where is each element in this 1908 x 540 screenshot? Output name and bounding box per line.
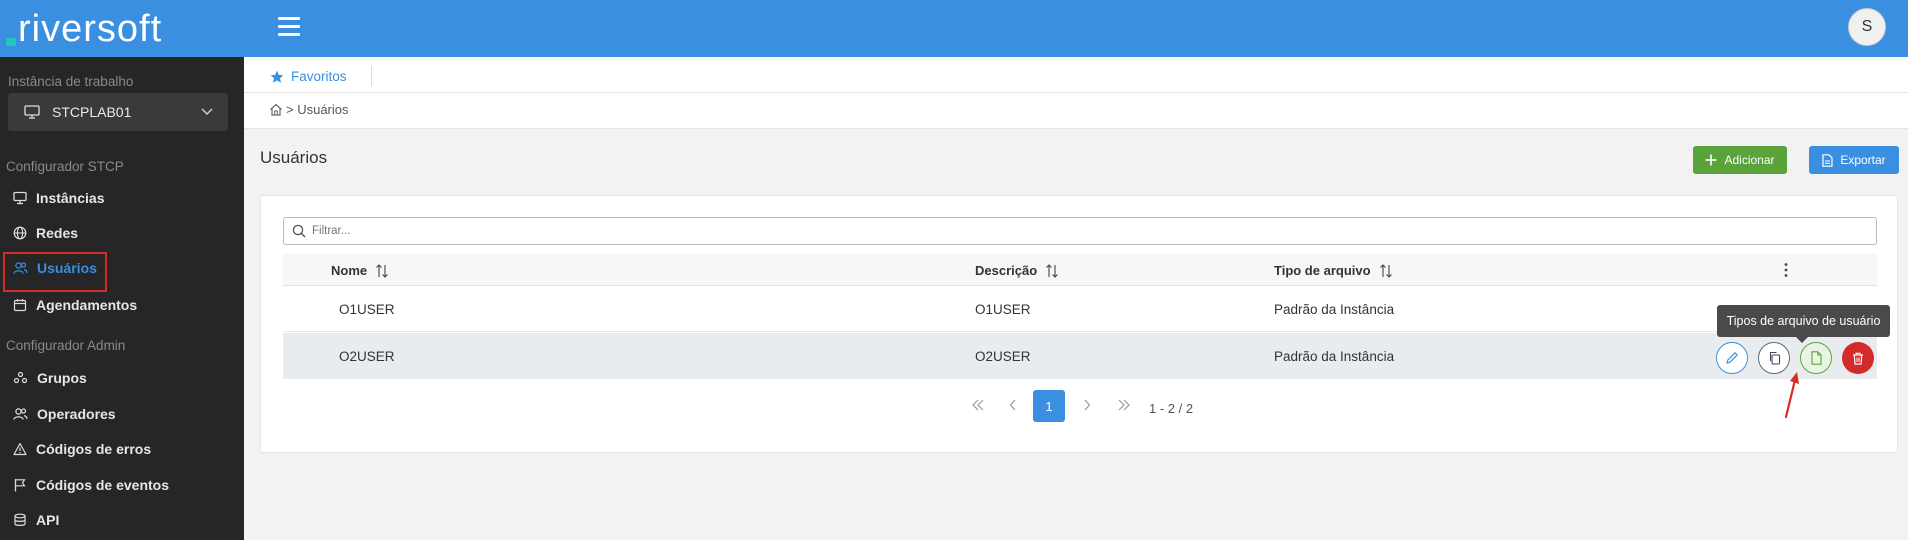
top-bar: S [244,0,1908,57]
table-row[interactable]: O2USER O2USER Padrão da Instância [283,333,1877,379]
delete-button[interactable] [1842,342,1874,374]
sidebar-item-usuarios[interactable]: Usuários [0,252,244,292]
column-label: Nome [331,263,368,278]
first-page-icon[interactable] [971,399,985,411]
column-label: Descrição [975,263,1038,278]
sidebar-item-operadores[interactable]: Operadores [0,398,244,430]
breadcrumb: > Usuários [244,93,1908,129]
sidebar-item-api[interactable]: API [0,504,244,536]
menu-icon[interactable] [278,17,300,36]
logo[interactable]: riversoft [0,0,244,57]
sort-icon [1046,263,1059,278]
table-row[interactable]: O1USER O1USER Padrão da Instância [283,286,1877,332]
home-icon[interactable] [269,103,283,116]
globe-icon [13,226,27,240]
cell-descricao: O1USER [975,302,1031,317]
table-header: Nome Descrição Tipo de arquivo [283,254,1877,286]
sidebar: riversoft Instância de trabalho STCPLAB0… [0,0,244,540]
section-admin-label: Configurador Admin [6,338,126,353]
sort-icon [376,263,389,278]
calendar-icon [13,299,27,312]
plus-icon [1705,154,1717,166]
cell-descricao: O2USER [975,349,1031,364]
cell-nome: O2USER [339,349,395,364]
avatar[interactable]: S [1848,8,1886,46]
instance-selector[interactable]: STCPLAB01 [8,93,228,131]
file-types-button[interactable] [1800,342,1832,374]
highlight-box [3,252,107,292]
sidebar-item-label: Grupos [37,370,87,386]
sidebar-item-grupos[interactable]: Grupos [0,362,244,394]
add-button-label: Adicionar [1724,153,1775,167]
tooltip: Tipos de arquivo de usuário [1717,305,1890,343]
logo-text: riversoft [18,7,163,50]
sidebar-item-instancias[interactable]: Instâncias [0,182,244,214]
favorites-bar: Favoritos [244,57,1908,93]
group-icon [13,371,28,384]
trash-icon [1853,352,1863,365]
search-icon [292,224,306,238]
column-options-icon[interactable] [1783,262,1789,278]
sort-icon [1379,263,1392,278]
instance-value: STCPLAB01 [52,104,132,120]
file-icon [1822,153,1833,167]
last-page-icon[interactable] [1117,399,1131,411]
sidebar-item-redes[interactable]: Redes [0,217,244,249]
column-label: Tipo de arquivo [1274,263,1371,278]
sidebar-item-agendamentos[interactable]: Agendamentos [0,289,244,321]
copy-icon [1769,351,1780,365]
add-button[interactable]: Adicionar [1693,146,1787,174]
database-icon [14,513,26,526]
divider [371,66,372,86]
edit-button[interactable] [1716,342,1748,374]
cell-tipo: Padrão da Instância [1274,349,1395,364]
export-button-label: Exportar [1840,153,1886,167]
monitor-icon [24,105,40,119]
page-title: Usuários [260,148,328,167]
sidebar-item-label: Instâncias [36,190,105,206]
sidebar-item-label: Operadores [37,406,116,422]
chevron-down-icon [201,108,213,116]
export-button[interactable]: Exportar [1809,146,1899,174]
monitor-icon [13,191,27,205]
star-icon [270,70,284,83]
breadcrumb-current: > Usuários [286,102,349,117]
annotation-arrow-icon [1784,372,1799,419]
sidebar-item-label: Códigos de eventos [36,477,170,493]
logo-dot [6,37,16,46]
sidebar-item-codigos-erros[interactable]: Códigos de erros [0,433,244,465]
pagination-info: 1 - 2 / 2 [1149,401,1194,416]
sidebar-item-label: API [36,512,60,528]
copy-button[interactable] [1758,342,1790,374]
warning-icon [13,442,27,456]
next-page-icon[interactable] [1083,399,1091,411]
section-stcp-label: Configurador STCP [6,159,124,174]
filter-input[interactable] [312,225,1812,237]
column-header-nome[interactable]: Nome [331,263,389,278]
column-header-tipo[interactable]: Tipo de arquivo [1274,263,1393,278]
pencil-icon [1726,352,1738,364]
favorites-label: Favoritos [291,69,347,84]
file-icon [1810,351,1822,365]
operators-icon [13,408,28,420]
users-card: Nome Descrição Tipo de arquivo O1USER O1… [260,195,1898,453]
cell-tipo: Padrão da Instância [1274,302,1395,317]
sidebar-item-codigos-eventos[interactable]: Códigos de eventos [0,469,244,501]
sidebar-item-label: Códigos de erros [36,441,152,457]
flag-icon [14,479,26,492]
instance-label: Instância de trabalho [8,74,134,89]
filter-box [283,217,1877,245]
favorites-link[interactable]: Favoritos [270,69,347,84]
sidebar-item-label: Redes [36,225,79,241]
prev-page-icon[interactable] [1009,399,1017,411]
column-header-descricao[interactable]: Descrição [975,263,1059,278]
page-number-current[interactable]: 1 [1033,390,1065,422]
cell-nome: O1USER [339,302,395,317]
sidebar-item-label: Agendamentos [36,297,138,313]
